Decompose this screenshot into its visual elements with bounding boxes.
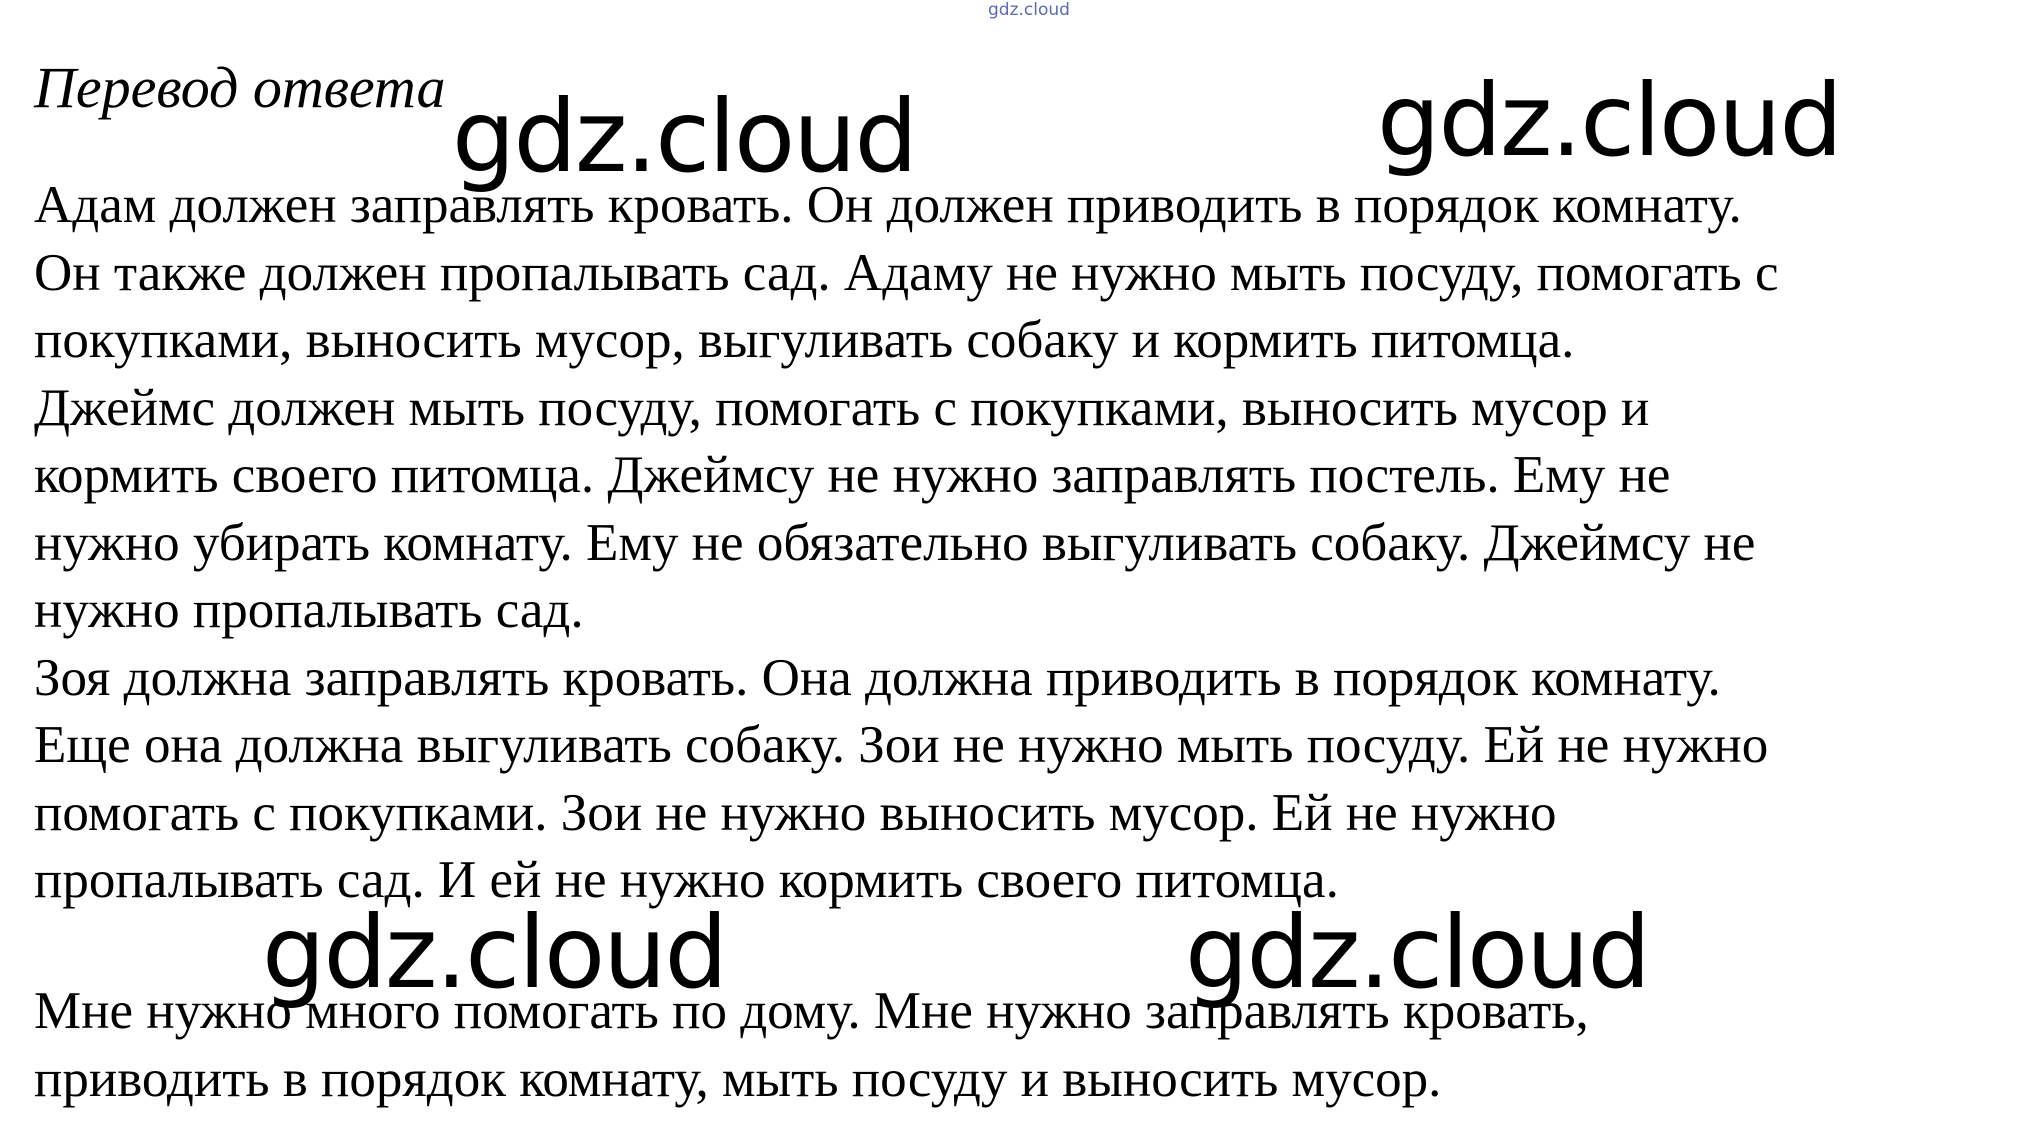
answer-paragraph-2: Мне нужно много помогать по дому. Мне ну… <box>34 978 2024 1113</box>
heading: Перевод ответа <box>34 55 446 120</box>
text-line: помогать с покупками. Зои не нужно вынос… <box>34 783 1557 842</box>
text-line: кормить своего питомца. Джеймсу не нужно… <box>34 446 1671 504</box>
text-line: приводить в порядок комнату, мыть посуду… <box>34 1049 1442 1108</box>
text-line: Еще она должна выгуливать собаку. Зои не… <box>34 716 1769 774</box>
site-mark-top: gdz.cloud <box>988 0 1070 20</box>
text-line: пропалывать сад. И ей не нужно кормить с… <box>34 851 1339 909</box>
text-line: Зоя должна заправлять кровать. Она должн… <box>34 648 1721 707</box>
text-line: нужно пропалывать сад. <box>34 581 584 639</box>
text-line: покупками, выносить мусор, выгуливать со… <box>34 311 1575 369</box>
text-line: нужно убирать комнату. Ему не обязательн… <box>34 513 1756 572</box>
text-line: Адам должен заправлять кровать. Он долже… <box>34 176 1742 234</box>
watermark-logo: gdz.cloud <box>1377 62 1843 179</box>
answer-paragraph-1: Адам должен заправлять кровать. Он долже… <box>34 172 2024 915</box>
text-line: Мне нужно много помогать по дому. Мне ну… <box>34 982 1589 1040</box>
text-line: Джеймс должен мыть посуду, помогать с по… <box>34 378 1650 437</box>
text-line: Он также должен пропалывать сад. Адаму н… <box>34 243 1779 302</box>
